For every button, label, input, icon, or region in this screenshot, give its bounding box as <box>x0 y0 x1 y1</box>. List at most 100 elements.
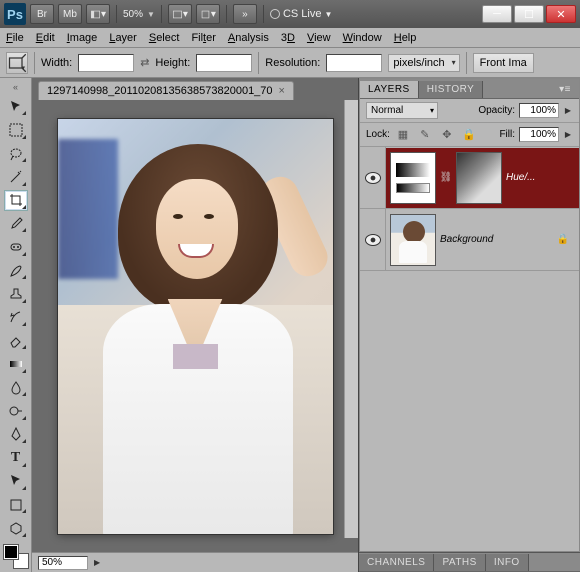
minimize-button[interactable]: ─ <box>482 5 512 23</box>
panels-dock: LAYERS HISTORY ▾≡ Normal Opacity: ▶ Lock… <box>358 78 580 572</box>
opacity-label: Opacity: <box>478 105 515 116</box>
blend-mode-select[interactable]: Normal <box>366 102 438 119</box>
marquee-tool[interactable] <box>4 119 28 140</box>
width-input[interactable] <box>78 54 134 72</box>
close-tab-icon[interactable]: × <box>279 85 285 97</box>
lock-label: Lock: <box>366 129 390 140</box>
collapse-button[interactable]: » <box>233 4 257 24</box>
eyedropper-tool[interactable] <box>4 213 28 234</box>
menu-edit[interactable]: Edit <box>36 32 55 44</box>
fill-input[interactable] <box>519 127 559 142</box>
layer-row[interactable]: Background 🔒 <box>360 209 579 271</box>
layer-name[interactable]: Background <box>440 234 493 245</box>
layout-picker[interactable]: ▾ <box>86 4 110 24</box>
zoom-input[interactable]: 50% <box>38 556 88 570</box>
layers-panel: LAYERS HISTORY ▾≡ Normal Opacity: ▶ Lock… <box>359 78 580 552</box>
width-label: Width: <box>41 57 72 69</box>
resolution-input[interactable] <box>326 54 382 72</box>
blur-tool[interactable] <box>4 377 28 398</box>
layer-row[interactable]: ⛓ Hue/... <box>360 147 579 209</box>
scrollbar-vertical[interactable] <box>344 100 358 538</box>
menu-file[interactable]: File <box>6 32 24 44</box>
options-bar: Width: ⇄ Height: Resolution: pixels/inch… <box>0 48 580 78</box>
layer-thumbnail[interactable] <box>390 214 436 266</box>
3d-tool[interactable] <box>4 517 28 538</box>
shape-tool[interactable] <box>4 494 28 515</box>
menu-layer[interactable]: Layer <box>109 32 137 44</box>
path-select-tool[interactable] <box>4 471 28 492</box>
menu-window[interactable]: Window <box>343 32 382 44</box>
opacity-slider-icon[interactable]: ▶ <box>563 106 573 115</box>
tab-layers[interactable]: LAYERS <box>360 81 419 98</box>
menu-select[interactable]: Select <box>149 32 180 44</box>
lock-all-icon[interactable]: 🔒 <box>460 126 478 144</box>
lock-icon: 🔒 <box>557 234 569 245</box>
document-tab[interactable]: 1297140998_20110208135638573820001_70× <box>38 81 294 100</box>
lock-position-icon[interactable]: ✥ <box>438 126 456 144</box>
bottom-panel-tabs: CHANNELS PATHS INFO <box>359 552 580 572</box>
menu-analysis[interactable]: Analysis <box>228 32 269 44</box>
height-label: Height: <box>155 57 190 69</box>
current-tool-icon[interactable] <box>6 52 28 74</box>
viewextras-button[interactable]: ▾ <box>168 4 192 24</box>
menu-3d[interactable]: 3D <box>281 32 295 44</box>
maximize-button[interactable]: ☐ <box>514 5 544 23</box>
lock-transparent-icon[interactable]: ▦ <box>394 126 412 144</box>
link-mask-icon[interactable]: ⛓ <box>440 170 452 186</box>
gradient-tool[interactable] <box>4 353 28 374</box>
lock-pixels-icon[interactable]: ✎ <box>416 126 434 144</box>
color-swatches[interactable] <box>4 545 28 568</box>
status-bar: 50% ▶ <box>32 552 358 572</box>
minibridge-button[interactable]: Mb <box>58 4 82 24</box>
fill-slider-icon[interactable]: ▶ <box>563 130 573 139</box>
visibility-toggle-icon[interactable] <box>365 172 381 184</box>
wand-tool[interactable] <box>4 166 28 187</box>
eraser-tool[interactable] <box>4 330 28 351</box>
layer-name[interactable]: Hue/... <box>506 172 535 183</box>
toolbox: « T <box>0 78 32 572</box>
resolution-unit-select[interactable]: pixels/inch <box>388 54 459 72</box>
cslive-button[interactable]: CS Live▼ <box>270 8 332 20</box>
layers-list: ⛓ Hue/... Background 🔒 <box>360 147 579 551</box>
fill-label: Fill: <box>499 129 515 140</box>
mask-thumbnail[interactable] <box>456 152 502 204</box>
menu-view[interactable]: View <box>307 32 331 44</box>
bridge-button[interactable]: Br <box>30 4 54 24</box>
stamp-tool[interactable] <box>4 283 28 304</box>
menu-help[interactable]: Help <box>394 32 417 44</box>
history-brush-tool[interactable] <box>4 307 28 328</box>
tab-channels[interactable]: CHANNELS <box>359 554 434 571</box>
menu-bar: File Edit Image Layer Select Filter Anal… <box>0 28 580 48</box>
statusbar-arrow-icon[interactable]: ▶ <box>94 558 100 567</box>
document-tab-bar: 1297140998_20110208135638573820001_70× <box>32 78 358 100</box>
type-tool[interactable]: T <box>4 447 28 468</box>
height-input[interactable] <box>196 54 252 72</box>
front-image-button[interactable]: Front Ima <box>473 53 534 73</box>
tab-history[interactable]: HISTORY <box>419 81 484 98</box>
dodge-tool[interactable] <box>4 400 28 421</box>
menu-filter[interactable]: Filter <box>191 32 215 44</box>
canvas-area[interactable] <box>32 100 358 552</box>
lasso-tool[interactable] <box>4 143 28 164</box>
swap-icon[interactable]: ⇄ <box>140 56 149 69</box>
title-bar: Ps Br Mb ▾ 50% ▼ ▾ ▾ » CS Live▼ ─ ☐ ✕ <box>0 0 580 28</box>
document-canvas[interactable] <box>58 119 333 534</box>
panel-menu-icon[interactable]: ▾≡ <box>551 81 579 98</box>
screenmode-button[interactable]: ▾ <box>196 4 220 24</box>
move-tool[interactable] <box>4 96 28 117</box>
opacity-input[interactable] <box>519 103 559 118</box>
toolbox-collapse-icon[interactable]: « <box>13 82 18 92</box>
app-logo-icon: Ps <box>4 3 26 25</box>
tab-info[interactable]: INFO <box>486 554 529 571</box>
close-button[interactable]: ✕ <box>546 5 576 23</box>
adjustment-thumbnail[interactable] <box>390 152 436 204</box>
resolution-label: Resolution: <box>265 57 320 69</box>
healing-tool[interactable] <box>4 236 28 257</box>
zoom-display[interactable]: 50% <box>123 9 143 20</box>
brush-tool[interactable] <box>4 260 28 281</box>
pen-tool[interactable] <box>4 424 28 445</box>
tab-paths[interactable]: PATHS <box>434 554 485 571</box>
crop-tool[interactable] <box>4 190 28 211</box>
menu-image[interactable]: Image <box>67 32 98 44</box>
visibility-toggle-icon[interactable] <box>365 234 381 246</box>
